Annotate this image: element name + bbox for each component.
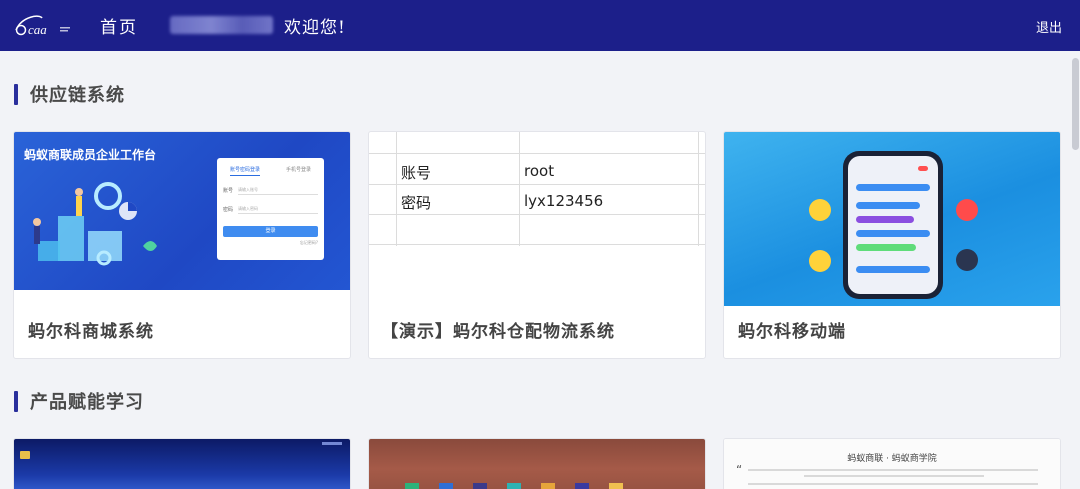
section-title-product-learning: 产品赋能学习 — [14, 388, 144, 414]
mall-system-preview: 蚂蚁商联成员企业工作台 账号密码登录 手机号登录 账号 请输入账号 密码 请输入… — [14, 132, 350, 290]
card-caption[interactable]: 蚂尔科移动端 — [738, 317, 846, 342]
credential-label-account: 账号 — [401, 164, 432, 182]
card-caption[interactable]: 蚂尔科商城系统 — [28, 317, 154, 342]
login-button-preview: 登录 — [223, 226, 318, 237]
nav-home-link[interactable]: 首页 — [100, 13, 138, 38]
orb-yellow-icon — [809, 199, 831, 221]
section-title-text: 产品赋能学习 — [30, 392, 144, 413]
credential-value-account: root — [524, 162, 555, 180]
card-learning-3[interactable]: 蚂蚁商联 · 蚂蚁商学院 “ — [723, 438, 1061, 489]
phone-icon — [843, 151, 943, 299]
login-form-preview: 账号密码登录 手机号登录 账号 请输入账号 密码 请输入密码 登录 忘记密码? — [217, 158, 324, 260]
card-learning-1[interactable] — [13, 438, 351, 489]
section-title-text: 供应链系统 — [30, 85, 125, 106]
caa-logo-icon[interactable]: caa — [12, 12, 74, 40]
mobile-app-preview — [724, 132, 1060, 306]
login-input-password: 请输入密码 — [238, 204, 318, 214]
logout-link[interactable]: 退出 — [1036, 17, 1062, 36]
section-title-supply-chain: 供应链系统 — [14, 81, 125, 107]
credential-label-password: 密码 — [401, 194, 432, 212]
forgot-password-text: 忘记密码? — [299, 240, 318, 245]
quote-icon: “ — [736, 463, 743, 477]
shelf-preview — [369, 439, 705, 489]
login-tab-password: 账号密码登录 — [229, 166, 260, 176]
section-accent-bar — [14, 83, 18, 105]
card-mobile-app[interactable]: 蚂尔科移动端 — [723, 131, 1061, 359]
illustration-icon — [33, 182, 157, 266]
welcome-text: 欢迎您! — [284, 18, 346, 38]
redacted-username — [170, 16, 273, 34]
orb-yellow-icon — [809, 250, 831, 272]
credentials-table: 账号 root 密码 lyx123456 — [369, 132, 705, 246]
card-caption[interactable]: 【演示】蚂尔科仓配物流系统 — [381, 317, 615, 342]
section-accent-bar — [14, 390, 18, 412]
academy-preview: 蚂蚁商联 · 蚂蚁商学院 “ — [724, 439, 1060, 489]
card-mall-system[interactable]: 蚂蚁商联成员企业工作台 账号密码登录 手机号登录 账号 请输入账号 密码 请输入… — [13, 131, 351, 359]
orb-dark-icon — [956, 249, 978, 271]
top-nav-bar: caa 首页 欢迎您! 退出 — [0, 0, 1080, 51]
preview-title: 蚂蚁商联成员企业工作台 — [24, 148, 157, 162]
orb-red-icon — [956, 199, 978, 221]
logo-text: caa — [28, 22, 47, 37]
login-input-account: 请输入账号 — [238, 185, 318, 195]
credential-value-password: lyx123456 — [524, 192, 604, 210]
card-warehouse-system[interactable]: 账号 root 密码 lyx123456 【演示】蚂尔科仓配物流系统 — [368, 131, 706, 359]
desktop-preview — [14, 439, 350, 489]
scrollbar-thumb[interactable] — [1072, 58, 1079, 150]
login-tab-phone: 手机号登录 — [285, 167, 311, 173]
card-learning-2[interactable] — [368, 438, 706, 489]
folder-icon — [20, 451, 30, 459]
login-label-account: 账号 — [223, 187, 234, 194]
phone-screen — [848, 156, 938, 294]
login-label-password: 密码 — [223, 206, 234, 213]
academy-title: 蚂蚁商联 · 蚂蚁商学院 — [847, 454, 937, 464]
